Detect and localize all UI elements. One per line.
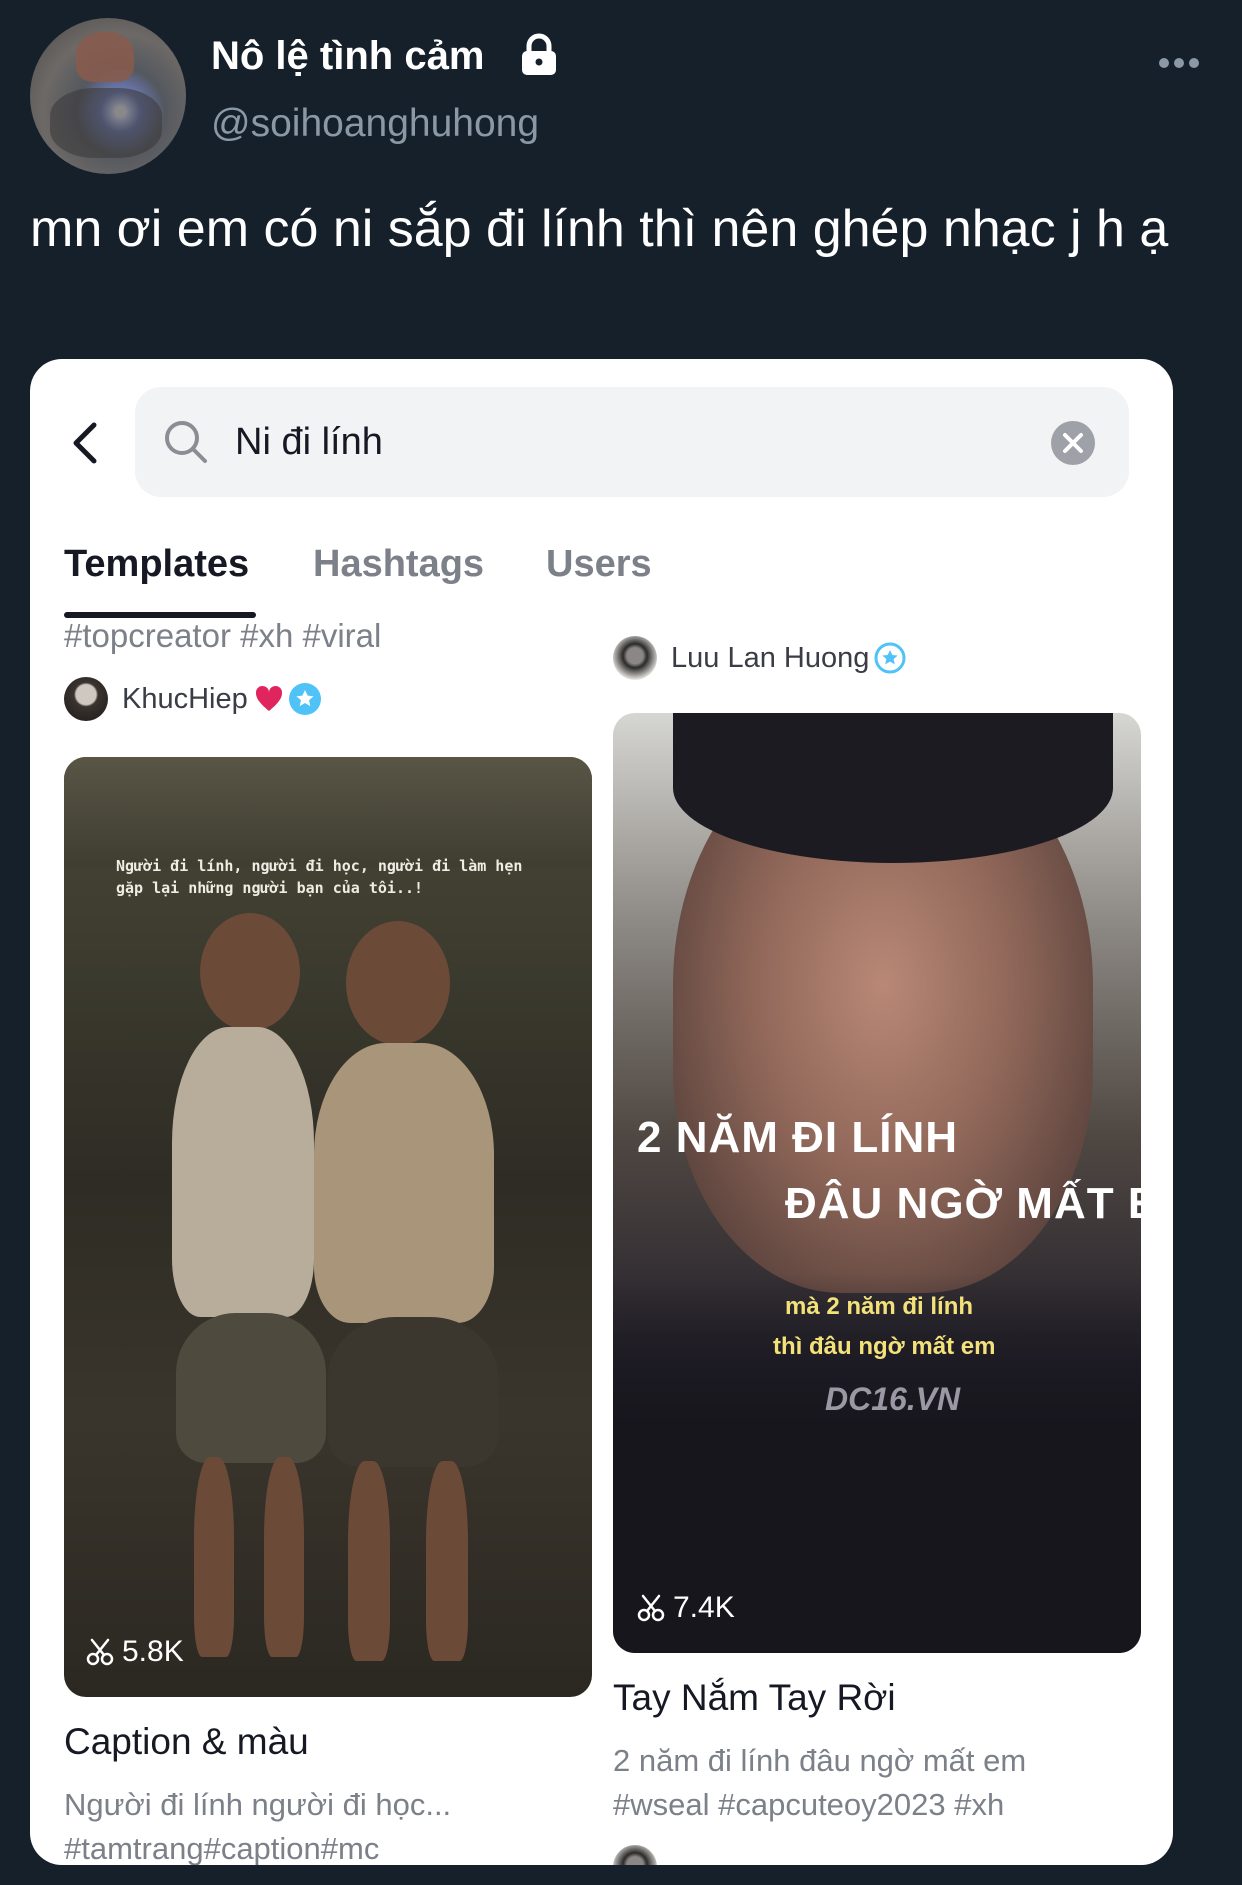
verified-badge-icon: [288, 683, 321, 715]
search-input[interactable]: Ni đi lính: [235, 421, 383, 464]
tab-templates[interactable]: Templates: [64, 543, 249, 586]
creator-avatar-partial[interactable]: [613, 1845, 657, 1865]
use-count-value: 5.8K: [122, 1635, 184, 1668]
result-hashtags[interactable]: #topcreator #xh #viral: [64, 617, 381, 655]
scissors-icon: [637, 1594, 665, 1622]
thumbnail-watermark: DC16.VN: [825, 1381, 961, 1417]
template-description: Người đi lính người đi học...: [64, 1787, 452, 1822]
more-horizontal-icon[interactable]: [1158, 56, 1200, 70]
template-title[interactable]: Tay Nắm Tay Rời: [613, 1677, 896, 1719]
thumbnail-overlay-line1: 2 NĂM ĐI LÍNH: [637, 1113, 958, 1162]
tab-users[interactable]: Users: [546, 543, 652, 586]
author-handle[interactable]: @soihoanghuhong: [211, 102, 539, 146]
thumbnail-caption: Người đi lính, người đi học, người đi là…: [116, 857, 523, 897]
search-bar[interactable]: Ni đi lính: [135, 387, 1129, 497]
creator-row[interactable]: Luu Lan Huong: [613, 636, 907, 680]
lock-icon: [522, 33, 556, 75]
embedded-screenshot[interactable]: Ni đi lính Templates Hashtags Users #top…: [30, 359, 1173, 1865]
creator-name[interactable]: Luu Lan Huong: [671, 642, 869, 675]
verified-badge-icon: [874, 642, 906, 674]
template-thumbnail[interactable]: 2 NĂM ĐI LÍNH ĐÂU NGỜ MẤT EM mà 2 năm đi…: [613, 713, 1141, 1653]
template-hashtags[interactable]: #tamtrang#caption#mc: [64, 1827, 379, 1865]
thumbnail-overlay-line2: ĐÂU NGỜ MẤT EM: [785, 1179, 1141, 1228]
tweet-text: mn ơi em có ni sắp đi lính thì nên ghép …: [30, 200, 1169, 258]
thumbnail-overlay-line4: thì đâu ngờ mất em: [773, 1333, 996, 1360]
author-avatar[interactable]: [30, 18, 186, 174]
use-count: 7.4K: [637, 1591, 735, 1625]
template-title[interactable]: Caption & màu: [64, 1721, 309, 1763]
scissors-icon: [86, 1638, 114, 1666]
use-count: 5.8K: [86, 1635, 184, 1669]
template-thumbnail[interactable]: Người đi lính, người đi học, người đi là…: [64, 757, 592, 1697]
heart-icon: [255, 685, 282, 711]
template-description: 2 năm đi lính đâu ngờ mất em: [613, 1743, 1027, 1778]
creator-row[interactable]: KhucHiep: [64, 677, 322, 721]
use-count-value: 7.4K: [673, 1591, 735, 1624]
tab-hashtags[interactable]: Hashtags: [313, 543, 484, 586]
clear-circle-icon[interactable]: [1050, 420, 1096, 466]
creator-avatar[interactable]: [613, 636, 657, 680]
search-icon: [165, 421, 207, 463]
creator-avatar[interactable]: [64, 677, 108, 721]
author-name[interactable]: Nô lệ tình cảm: [211, 34, 484, 79]
creator-name[interactable]: KhucHiep: [122, 683, 248, 716]
chevron-left-icon[interactable]: [68, 421, 102, 465]
thumbnail-cap: [673, 713, 1113, 863]
thumbnail-overlay-line3: mà 2 năm đi lính: [785, 1293, 974, 1320]
template-hashtags[interactable]: #wseal #capcuteoy2023 #xh: [613, 1783, 1004, 1827]
